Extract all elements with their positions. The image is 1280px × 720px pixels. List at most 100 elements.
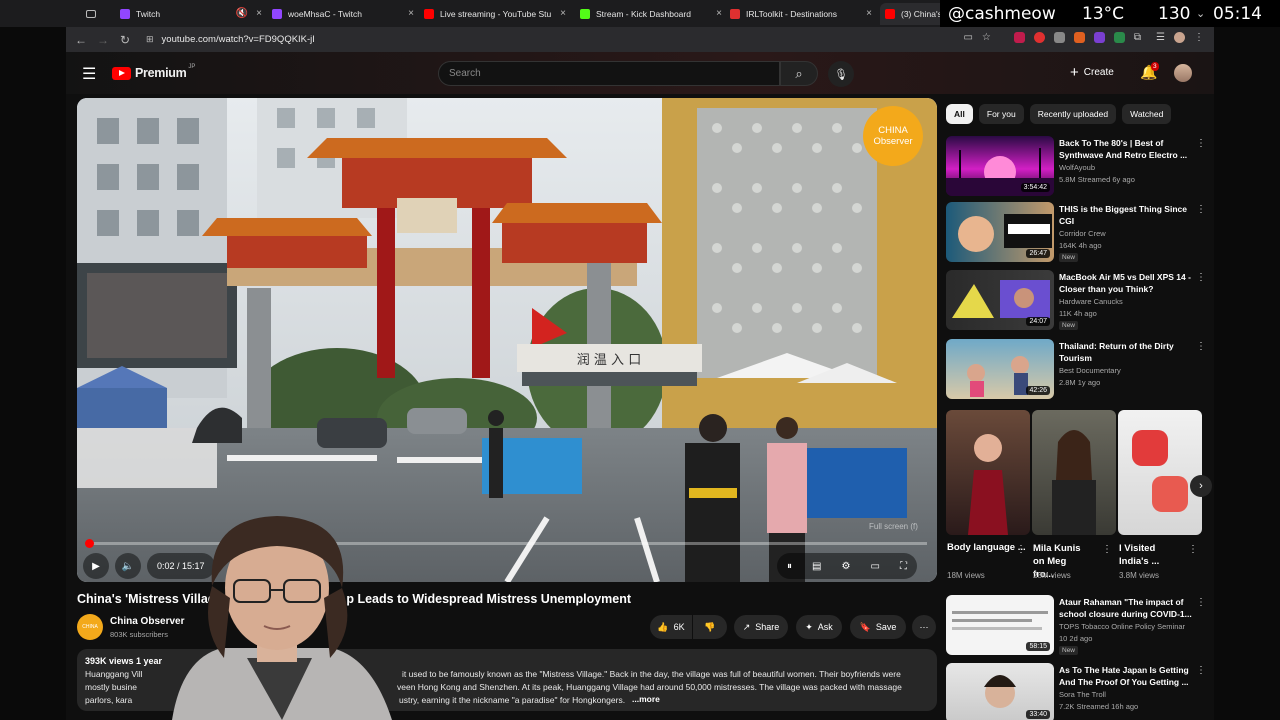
search-input[interactable]: Search: [438, 61, 780, 86]
scrubber-handle[interactable]: [85, 539, 94, 548]
tab-youtube-studio[interactable]: Live streaming - YouTube Stu ×: [424, 3, 570, 25]
recommendation-title[interactable]: As To The Hate Japan Is Getting And The …: [1059, 664, 1195, 688]
cast-icon[interactable]: ▭: [963, 32, 972, 43]
close-tab-icon[interactable]: ×: [560, 8, 566, 19]
profile-avatar[interactable]: [1174, 32, 1185, 43]
recommendation-channel[interactable]: Sora The Troll: [1059, 690, 1106, 699]
more-options-icon[interactable]: ⋮: [1196, 204, 1206, 215]
hamburger-menu-icon[interactable]: ☰: [82, 64, 96, 84]
more-actions-button[interactable]: ⋯: [912, 615, 936, 639]
recommendation-item[interactable]: 24:07 MacBook Air M5 vs Dell XPS 14 - Cl…: [946, 270, 1208, 332]
tab-title: Stream - Kick Dashboard: [596, 9, 691, 19]
chip-for-you[interactable]: For you: [978, 104, 1024, 124]
like-button[interactable]: 👍 6K: [650, 615, 692, 639]
share-button[interactable]: ↗ Share: [734, 615, 788, 639]
thumbs-down-icon: 👎: [704, 621, 716, 632]
close-tab-icon[interactable]: ×: [256, 8, 262, 19]
save-button[interactable]: 🔖 Save: [850, 615, 906, 639]
video-duration: 3:54:42: [1020, 183, 1050, 192]
recommendation-channel[interactable]: Best Documentary: [1059, 366, 1121, 375]
close-tab-icon[interactable]: ×: [408, 8, 414, 19]
mute-icon[interactable]: 🔇: [236, 8, 248, 19]
extension-icon[interactable]: [1033, 32, 1045, 43]
theater-mode-icon[interactable]: ▭: [870, 561, 879, 572]
browser-menu-icon[interactable]: ⋮: [1194, 32, 1204, 43]
site-info-icon[interactable]: ⊞: [146, 34, 154, 45]
pause-icon[interactable]: ⏸: [787, 561, 792, 572]
recommendation-item[interactable]: 26:47 THIS is the Biggest Thing Since CG…: [946, 202, 1208, 264]
chip-recently-uploaded[interactable]: Recently uploaded: [1029, 104, 1117, 124]
recommendation-title[interactable]: MacBook Air M5 vs Dell XPS 14 - Closer t…: [1059, 271, 1195, 295]
video-thumbnail[interactable]: 24:07: [946, 270, 1054, 330]
more-options-icon[interactable]: ⋮: [1196, 272, 1206, 283]
fullscreen-icon[interactable]: ⛶: [900, 561, 907, 572]
volume-button[interactable]: 🔈: [115, 553, 141, 579]
recommendation-channel[interactable]: Hardware Canucks: [1059, 297, 1123, 306]
reload-icon[interactable]: ↻: [114, 33, 136, 47]
close-tab-icon[interactable]: ×: [866, 8, 872, 19]
youtube-premium-logo[interactable]: Premium JP: [112, 64, 195, 80]
recommendation-title[interactable]: Ataur Rahaman "The impact of school clos…: [1059, 596, 1195, 620]
address-bar[interactable]: ⊞ youtube.com/watch?v=FD9QQKIK-jI: [146, 29, 926, 50]
chevron-down-icon[interactable]: ⌄: [1196, 7, 1205, 20]
more-options-icon[interactable]: ⋮: [1102, 544, 1112, 555]
watermark-line1: CHINA: [878, 125, 908, 136]
tab-twitch-channel[interactable]: woeMhsaC - Twitch ×: [272, 3, 418, 25]
recommendation-item[interactable]: 3:54:42 Back To The 80's | Best of Synth…: [946, 136, 1208, 198]
more-options-icon[interactable]: ⋮: [1016, 544, 1026, 555]
channel-avatar[interactable]: CHINA: [77, 614, 103, 640]
extension-icon[interactable]: [1073, 32, 1085, 43]
recommendation-title[interactable]: Thailand: Return of the Dirty Tourism: [1059, 340, 1195, 364]
forward-icon[interactable]: →: [92, 33, 114, 47]
recommendation-item[interactable]: 33:40 As To The Hate Japan Is Getting An…: [946, 663, 1208, 720]
more-options-icon[interactable]: ⋮: [1188, 544, 1198, 555]
recommendation-channel[interactable]: TOPS Tobacco Online Policy Seminar: [1059, 622, 1185, 631]
more-options-icon[interactable]: ⋮: [1196, 138, 1206, 149]
ask-button[interactable]: ✦ Ask: [796, 615, 842, 639]
extensions-puzzle-icon[interactable]: ⧉: [1134, 32, 1141, 43]
video-thumbnail[interactable]: 33:40: [946, 663, 1054, 720]
dislike-button[interactable]: 👎: [693, 615, 727, 639]
recommendation-item[interactable]: 42:26 Thailand: Return of the Dirty Tour…: [946, 339, 1208, 401]
chip-all[interactable]: All: [946, 104, 973, 124]
extension-icon[interactable]: [1113, 32, 1125, 43]
more-options-icon[interactable]: ⋮: [1196, 665, 1206, 676]
recommendation-title[interactable]: THIS is the Biggest Thing Since CGI: [1059, 203, 1195, 227]
short-thumbnail[interactable]: [1032, 410, 1116, 535]
reading-list-icon[interactable]: ☰: [1156, 32, 1165, 43]
recommendation-channel[interactable]: WolfAyoub: [1059, 163, 1095, 172]
more-options-icon[interactable]: ⋮: [1196, 597, 1206, 608]
shorts-next-button[interactable]: ›: [1190, 475, 1212, 497]
extension-icon[interactable]: [1013, 32, 1025, 43]
recommendation-title[interactable]: Back To The 80's | Best of Synthwave And…: [1059, 137, 1195, 161]
settings-gear-icon[interactable]: ⚙: [841, 561, 850, 572]
account-avatar[interactable]: [1174, 64, 1192, 82]
captions-icon[interactable]: ▤: [812, 561, 821, 572]
tab-irltoolkit[interactable]: IRLToolkit - Destinations ×: [730, 3, 876, 25]
search-button[interactable]: ⌕: [780, 61, 818, 86]
more-options-icon[interactable]: ⋮: [1196, 341, 1206, 352]
tab-group-icon[interactable]: [86, 3, 112, 25]
recommendation-channel[interactable]: Corridor Crew: [1059, 229, 1106, 238]
play-button[interactable]: ▶: [83, 553, 109, 579]
tab-kick-dashboard[interactable]: Stream - Kick Dashboard ×: [580, 3, 726, 25]
video-thumbnail[interactable]: 58:15: [946, 595, 1054, 655]
video-thumbnail[interactable]: 3:54:42: [946, 136, 1054, 196]
short-thumbnail[interactable]: [1118, 410, 1202, 535]
video-thumbnail[interactable]: 26:47: [946, 202, 1054, 262]
recommendation-item[interactable]: 58:15 Ataur Rahaman "The impact of schoo…: [946, 595, 1208, 657]
extension-icon[interactable]: [1093, 32, 1105, 43]
create-button[interactable]: + Create: [1070, 64, 1114, 81]
tab-twitch[interactable]: Twitch 🔇 ×: [120, 3, 266, 25]
bookmark-star-icon[interactable]: ☆: [982, 32, 991, 43]
voice-search-button[interactable]: 🎙: [828, 61, 854, 87]
short-title[interactable]: Body language ...: [947, 542, 1026, 553]
extension-icon[interactable]: [1053, 32, 1065, 43]
back-icon[interactable]: ←: [70, 33, 92, 47]
short-title[interactable]: I Visited India's ...: [1119, 542, 1175, 568]
short-thumbnail[interactable]: [946, 410, 1030, 535]
video-thumbnail[interactable]: 42:26: [946, 339, 1054, 399]
close-tab-icon[interactable]: ×: [716, 8, 722, 19]
chip-watched[interactable]: Watched: [1122, 104, 1172, 124]
show-more-link[interactable]: ...more: [632, 694, 660, 704]
